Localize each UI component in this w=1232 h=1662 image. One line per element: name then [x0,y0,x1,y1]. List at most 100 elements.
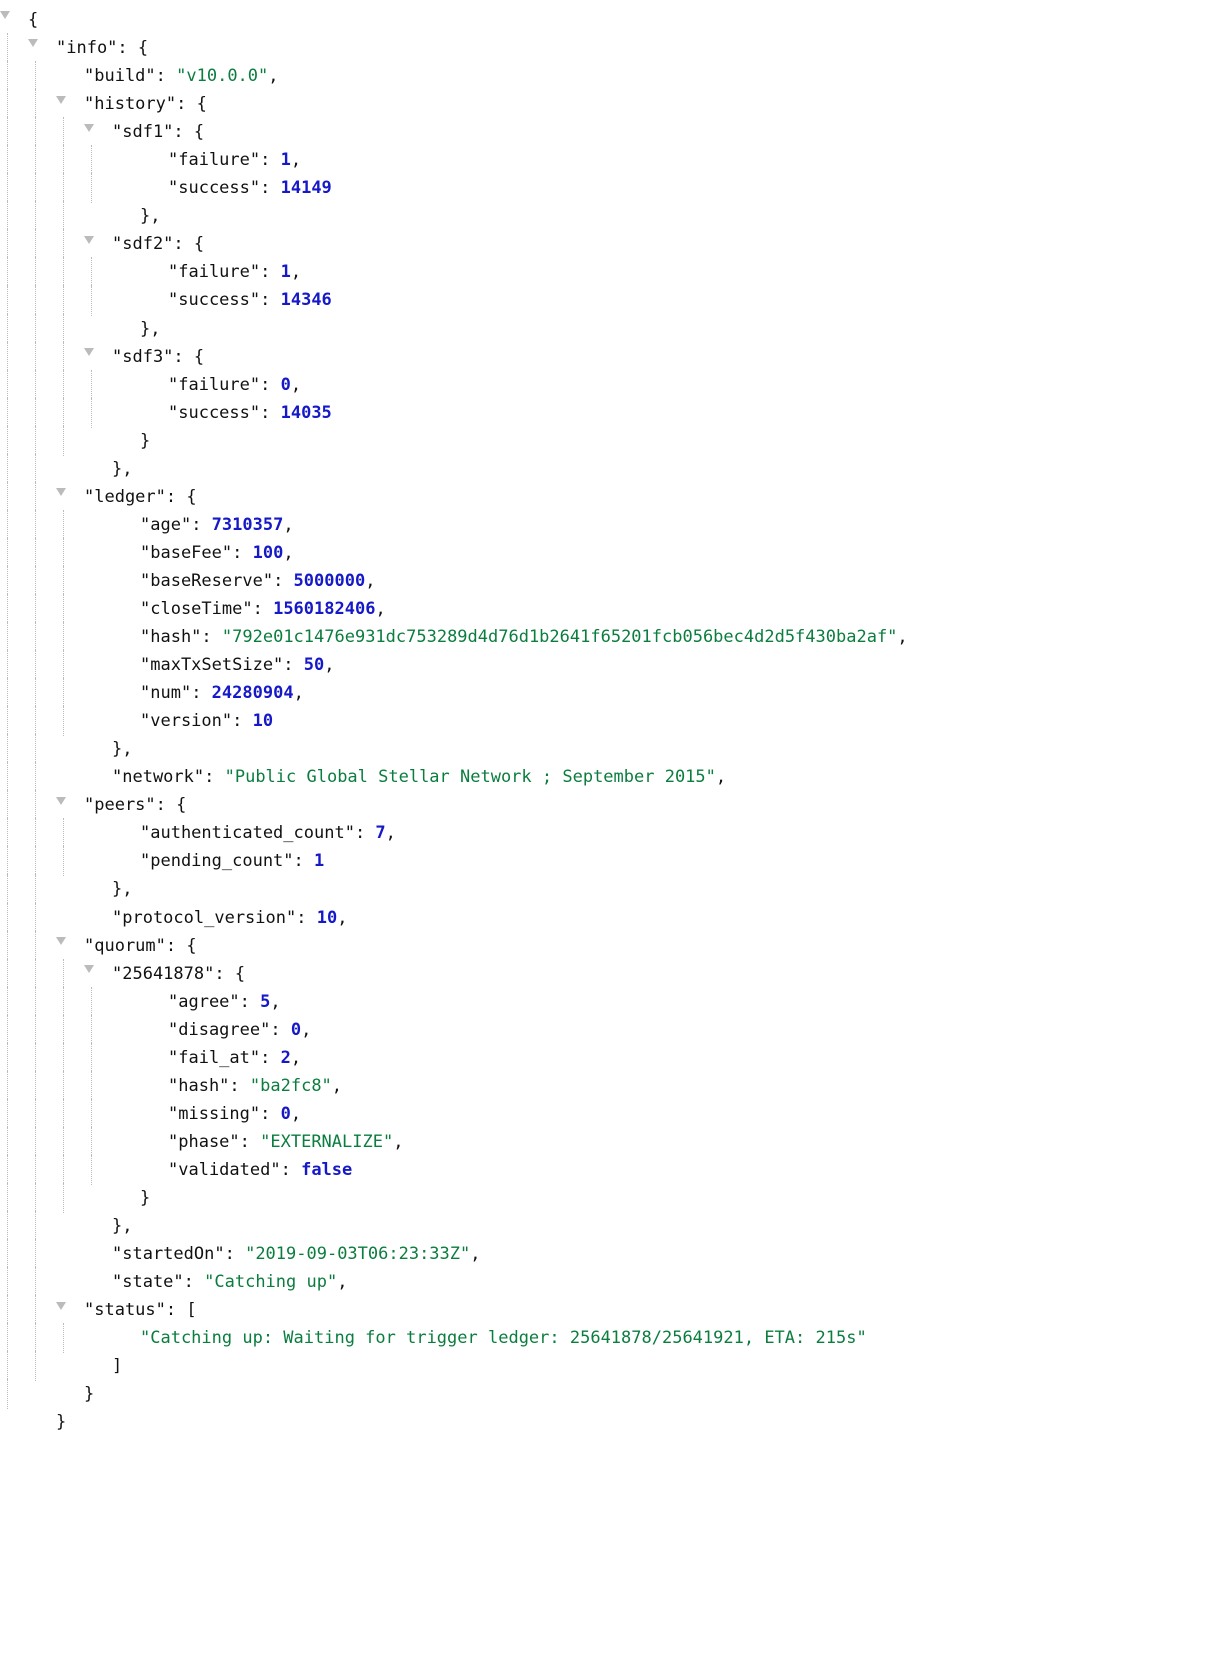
tree-row: "state": "Catching up", [0,1268,1232,1296]
tree-row: "missing": 0, [0,1100,1232,1128]
tree-row: } [0,427,1232,455]
tree-row: "startedOn": "2019-09-03T06:23:33Z", [0,1240,1232,1268]
json-punct: : { [166,487,197,507]
tree-row: "failure": 0, [0,371,1232,399]
tree-row: }, [0,455,1232,483]
json-string: "ba2fc8" [250,1076,332,1096]
collapse-toggle-icon[interactable] [56,488,66,496]
tree-row: "25641878": { [0,960,1232,988]
json-string: "Catching up" [204,1272,337,1292]
tree-row-content: "build": "v10.0.0", [84,62,1232,90]
json-key: "baseFee" [140,543,232,563]
json-string: "792e01c1476e931dc753289d4d76d1b2641f652… [222,627,898,647]
json-punct: : [296,908,316,928]
json-number: 5000000 [294,571,366,591]
tree-row-content: } [140,427,1232,455]
tree-row-content: "protocol_version": 10, [112,904,1232,932]
tree-row: "baseFee": 100, [0,539,1232,567]
json-key: "build" [84,66,156,86]
tree-row: "closeTime": 1560182406, [0,595,1232,623]
tree-row-content: "history": { [84,90,1232,118]
json-key: "25641878" [112,964,214,984]
json-number: 5 [260,992,270,1012]
json-key: "fail_at" [168,1048,260,1068]
json-punct: : [260,1104,280,1124]
collapse-toggle-icon[interactable] [56,797,66,805]
json-tree-viewer: {"info": {"build": "v10.0.0","history": … [0,0,1232,1456]
tree-row-content: }, [140,315,1232,343]
tree-row-content: "success": 14035 [168,399,1232,427]
tree-row: "success": 14346 [0,286,1232,314]
json-punct: , [337,1272,347,1292]
json-punct: }, [140,319,160,339]
tree-row-content: "fail_at": 2, [168,1044,1232,1072]
tree-row-content: "baseFee": 100, [140,539,1232,567]
json-punct: : { [173,122,204,142]
collapse-toggle-icon[interactable] [56,937,66,945]
json-key: "failure" [168,375,260,395]
json-key: "ledger" [84,487,166,507]
json-punct: : [260,375,280,395]
json-punct: : [201,627,221,647]
json-key: "protocol_version" [112,908,296,928]
tree-row: "build": "v10.0.0", [0,62,1232,90]
tree-row-content: "hash": "792e01c1476e931dc753289d4d76d1b… [140,623,1232,651]
json-punct: , [897,627,907,647]
json-key: "agree" [168,992,240,1012]
tree-row-content: "sdf3": { [112,343,1232,371]
tree-row: "success": 14035 [0,399,1232,427]
collapse-toggle-icon[interactable] [84,124,94,132]
collapse-toggle-icon[interactable] [84,236,94,244]
json-string: "v10.0.0" [176,66,268,86]
collapse-toggle-icon[interactable] [56,1302,66,1310]
tree-row: } [0,1184,1232,1212]
json-number: 100 [253,543,284,563]
collapse-toggle-icon[interactable] [84,348,94,356]
tree-row: "failure": 1, [0,146,1232,174]
json-punct: , [365,571,375,591]
json-punct: , [283,515,293,535]
tree-row-content: "disagree": 0, [168,1016,1232,1044]
tree-row-content: "authenticated_count": 7, [140,819,1232,847]
tree-row: "disagree": 0, [0,1016,1232,1044]
json-punct: : [294,851,314,871]
tree-row-content: "missing": 0, [168,1100,1232,1128]
tree-row-content: "success": 14149 [168,174,1232,202]
json-key: "info" [56,38,117,58]
tree-row: "pending_count": 1 [0,847,1232,875]
json-key: "pending_count" [140,851,294,871]
json-punct: : [184,1272,204,1292]
tree-row: "status": [ [0,1296,1232,1324]
json-punct: }, [140,206,160,226]
json-key: "success" [168,403,260,423]
json-key: "failure" [168,150,260,170]
collapse-toggle-icon[interactable] [28,39,38,47]
json-number: 1 [314,851,324,871]
tree-row-content: "ledger": { [84,483,1232,511]
tree-row-content: "peers": { [84,791,1232,819]
tree-row: "version": 10 [0,707,1232,735]
tree-row: } [0,1380,1232,1408]
tree-row-content: }, [112,455,1232,483]
collapse-toggle-icon[interactable] [56,96,66,104]
json-punct: : { [214,964,245,984]
json-key: "hash" [140,627,201,647]
json-punct: : [355,823,375,843]
json-punct: : { [166,936,197,956]
json-number: 0 [281,1104,291,1124]
json-punct: } [56,1412,66,1432]
tree-row: "num": 24280904, [0,679,1232,707]
json-key: "failure" [168,262,260,282]
tree-row-content: "info": { [56,34,1232,62]
json-punct: : [260,178,280,198]
tree-row-content: "startedOn": "2019-09-03T06:23:33Z", [112,1240,1232,1268]
json-punct: , [301,1020,311,1040]
collapse-toggle-icon[interactable] [0,11,10,19]
tree-row: }, [0,202,1232,230]
tree-row: "fail_at": 2, [0,1044,1232,1072]
json-punct: : [ [166,1300,197,1320]
tree-row: }, [0,735,1232,763]
json-number: 0 [291,1020,301,1040]
json-key: "network" [112,767,204,787]
collapse-toggle-icon[interactable] [84,965,94,973]
